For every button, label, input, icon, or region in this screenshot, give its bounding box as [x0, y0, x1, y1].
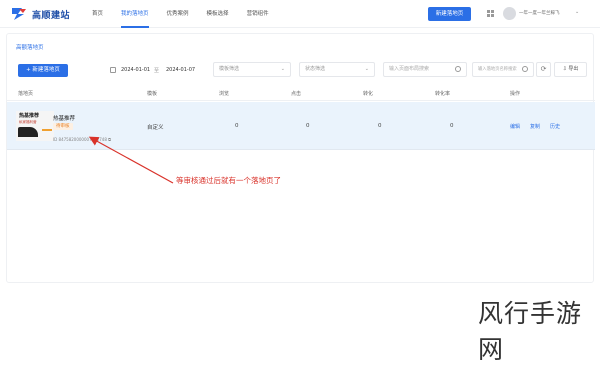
watermark: 风行手游网: [478, 299, 583, 364]
annotation-text: 等审核通过后就有一个落地页了: [176, 176, 281, 185]
annotation-arrow: [88, 136, 174, 184]
